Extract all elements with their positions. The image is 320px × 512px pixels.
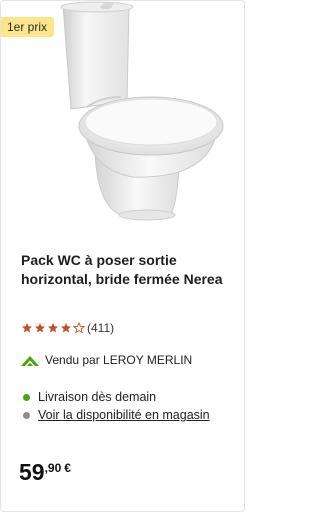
rating-count: (411) bbox=[87, 321, 115, 335]
delivery-info: Livraison dès demain Voir la disponibili… bbox=[23, 389, 228, 425]
price-units: 59 bbox=[19, 459, 45, 485]
store-availability-link[interactable]: Voir la disponibilité en magasin bbox=[38, 407, 210, 423]
star-outline-icon bbox=[73, 322, 85, 334]
delivery-text: Livraison dès demain bbox=[38, 390, 157, 404]
delivery-status-dot bbox=[23, 394, 30, 401]
star-icon bbox=[61, 323, 71, 333]
delivery-row: Livraison dès demain bbox=[23, 389, 228, 405]
leroy-merlin-logo-icon bbox=[21, 354, 39, 366]
seller-info: Vendu par LEROY MERLIN bbox=[21, 353, 192, 367]
availability-row: Voir la disponibilité en magasin bbox=[23, 407, 228, 423]
star-icon bbox=[35, 323, 45, 333]
rating-stars bbox=[21, 322, 85, 334]
first-price-badge: 1er prix bbox=[1, 17, 55, 37]
product-title[interactable]: Pack WC à poser sortie horizontal, bride… bbox=[21, 251, 226, 289]
product-card[interactable]: 1er prix Pack WC à poser sortie horizont… bbox=[0, 0, 245, 512]
product-rating[interactable]: (411) bbox=[21, 321, 114, 335]
price-cents: ,90 bbox=[44, 461, 62, 475]
star-icon bbox=[48, 323, 58, 333]
product-price: 59 ,90 € bbox=[19, 459, 71, 486]
price-currency: € bbox=[64, 461, 71, 475]
seller-label: Vendu par LEROY MERLIN bbox=[45, 353, 193, 367]
star-icon bbox=[22, 323, 32, 333]
availability-status-dot bbox=[23, 412, 30, 419]
